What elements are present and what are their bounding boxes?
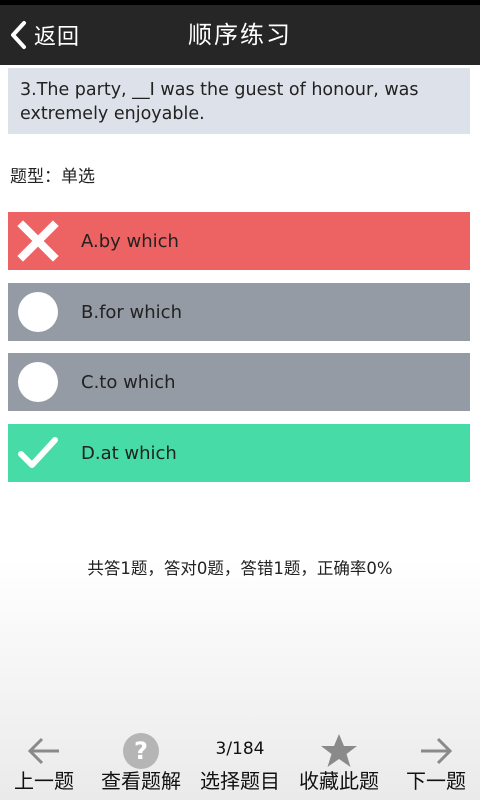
check-icon (16, 431, 60, 475)
option-a[interactable]: A.by which (8, 212, 470, 270)
cross-icon (16, 219, 60, 263)
bottom-nav: 上一题 ? 查看题解 3/184 选择题目 收藏此题 下一题 (0, 725, 480, 800)
favorite-button[interactable]: 收藏此题 (290, 725, 388, 800)
view-explanation-label: 查看题解 (101, 769, 181, 793)
question-type-label: 题型：单选 (10, 167, 95, 187)
favorite-label: 收藏此题 (299, 769, 379, 793)
prev-question-label: 上一题 (14, 769, 74, 793)
option-b[interactable]: B.for which (8, 283, 470, 341)
back-label: 返回 (34, 25, 81, 50)
circle-icon (16, 290, 60, 334)
svg-text:?: ? (134, 737, 148, 765)
option-d-label: D.at which (81, 442, 177, 464)
question-text: 3.The party, __I was the guest of honour… (8, 68, 470, 134)
option-d[interactable]: D.at which (8, 424, 470, 482)
prev-question-button[interactable]: 上一题 (0, 725, 88, 800)
option-b-label: B.for which (81, 301, 182, 323)
next-question-label: 下一题 (406, 769, 466, 793)
chevron-left-icon (11, 21, 26, 49)
option-a-label: A.by which (81, 230, 179, 252)
app-header: 返回 顺序练习 (0, 5, 480, 65)
option-c-label: C.to which (81, 371, 176, 393)
view-explanation-button[interactable]: ? 查看题解 (92, 725, 190, 800)
answer-stats: 共答1题，答对0题，答错1题，正确率0% (87, 559, 393, 578)
option-c[interactable]: C.to which (8, 353, 470, 411)
select-question-button[interactable]: 3/184 选择题目 (192, 725, 288, 800)
select-question-label: 选择题目 (200, 769, 280, 793)
back-button[interactable]: 返回 (8, 5, 80, 65)
next-question-button[interactable]: 下一题 (392, 725, 480, 800)
circle-icon (16, 360, 60, 404)
question-counter: 3/184 (215, 739, 265, 759)
